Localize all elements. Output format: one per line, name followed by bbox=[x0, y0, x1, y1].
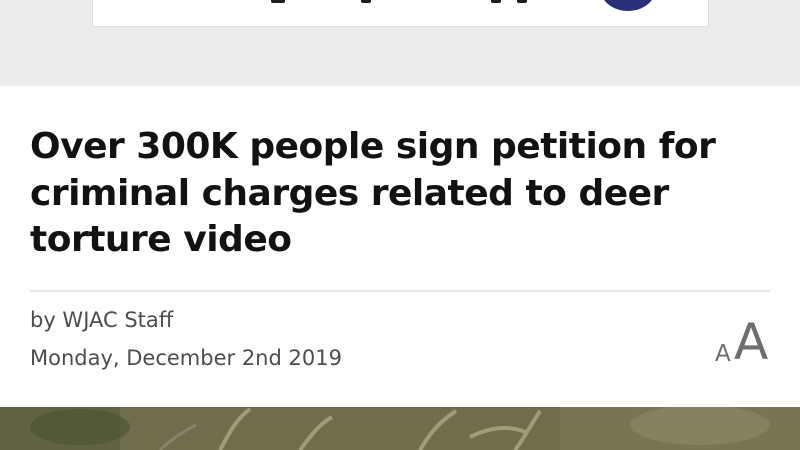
article-date: Monday, December 2nd 2019 bbox=[30, 346, 342, 370]
article-byline: by WJAC Staff bbox=[30, 308, 174, 332]
ad-text-fragment bbox=[361, 0, 371, 3]
ad-text-fragment bbox=[271, 0, 285, 3]
font-size-small-glyph: A bbox=[715, 341, 731, 367]
ad-text-fragment bbox=[491, 0, 501, 3]
ad-banner[interactable] bbox=[92, 0, 709, 27]
ad-area bbox=[0, 0, 800, 86]
divider bbox=[30, 290, 770, 292]
ad-text-fragment bbox=[517, 0, 527, 3]
deer-photo-illustration bbox=[0, 407, 800, 450]
article-headline: Over 300K people sign petition for crimi… bbox=[30, 126, 716, 260]
ad-logo-circle bbox=[600, 0, 656, 11]
article-hero-image bbox=[0, 407, 800, 450]
font-size-button[interactable]: A A bbox=[712, 314, 774, 370]
font-size-large-glyph: A bbox=[734, 313, 769, 371]
article-header: Over 300K people sign petition for crimi… bbox=[0, 86, 800, 407]
